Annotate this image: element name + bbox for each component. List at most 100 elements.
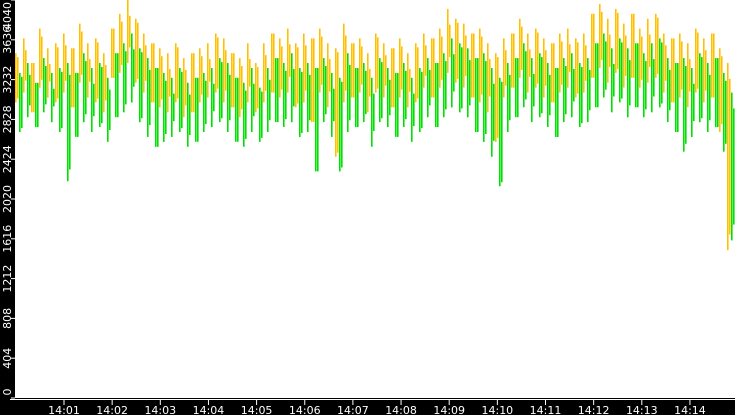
orange-bar bbox=[545, 50, 547, 86]
orange-bar bbox=[455, 18, 457, 83]
green-bar bbox=[371, 77, 373, 147]
green-bar bbox=[693, 83, 695, 122]
orange-bar bbox=[399, 38, 401, 98]
green-bar bbox=[269, 79, 271, 121]
orange-bar bbox=[287, 28, 289, 93]
orange-bar bbox=[623, 23, 625, 88]
green-bar bbox=[165, 80, 167, 134]
orange-bar bbox=[153, 43, 155, 103]
green-bar bbox=[389, 79, 391, 116]
green-bar bbox=[261, 91, 263, 138]
green-bar bbox=[27, 63, 29, 118]
time-series-chart: 040480812121616202024242828323236364040 … bbox=[1, 0, 735, 415]
orange-bar bbox=[671, 38, 673, 103]
orange-bar bbox=[103, 53, 105, 113]
orange-bar bbox=[161, 56, 163, 100]
green-bar bbox=[21, 76, 23, 128]
orange-bar bbox=[241, 66, 243, 110]
orange-bar bbox=[121, 21, 123, 65]
green-bar bbox=[149, 69, 151, 126]
orange-bar bbox=[137, 22, 139, 79]
green-bar bbox=[491, 68, 493, 157]
green-bar bbox=[93, 83, 95, 117]
green-bar bbox=[283, 63, 285, 127]
orange-bar bbox=[711, 33, 713, 98]
orange-bar bbox=[143, 33, 145, 93]
orange-bar bbox=[271, 33, 273, 93]
green-bar bbox=[133, 49, 135, 87]
y-tick-label: 0 bbox=[1, 389, 14, 396]
orange-bar bbox=[231, 53, 233, 108]
green-bar bbox=[117, 53, 119, 118]
green-bar bbox=[541, 57, 543, 114]
green-bar bbox=[43, 58, 45, 113]
orange-bar bbox=[63, 33, 65, 93]
x-tick-label: 14:07 bbox=[337, 404, 369, 415]
x-tick-label: 14:04 bbox=[193, 404, 225, 415]
green-bar bbox=[315, 68, 317, 172]
green-bar bbox=[221, 62, 223, 119]
orange-bar bbox=[697, 32, 699, 89]
orange-bar bbox=[489, 59, 491, 97]
green-bar bbox=[245, 90, 247, 139]
orange-bar bbox=[543, 38, 545, 98]
green-bar bbox=[181, 71, 183, 129]
orange-bar bbox=[633, 13, 635, 78]
green-bar bbox=[333, 88, 335, 122]
orange-bar bbox=[423, 33, 425, 88]
orange-bar bbox=[495, 53, 497, 142]
orange-bar bbox=[583, 33, 585, 93]
green-bar bbox=[661, 42, 663, 104]
orange-bar bbox=[487, 43, 489, 113]
orange-bar bbox=[599, 3, 601, 68]
orange-bar bbox=[391, 48, 393, 108]
green-bar bbox=[171, 77, 173, 137]
green-bar bbox=[69, 74, 71, 170]
orange-bar bbox=[649, 34, 651, 67]
orange-bar bbox=[31, 63, 33, 113]
green-bar bbox=[605, 41, 607, 90]
green-bar bbox=[373, 93, 375, 131]
orange-bar bbox=[729, 78, 731, 235]
orange-bar bbox=[513, 33, 515, 88]
orange-bar bbox=[703, 38, 705, 103]
orange-bar bbox=[105, 65, 107, 101]
orange-bar bbox=[473, 33, 475, 98]
orange-bar bbox=[625, 35, 627, 76]
orange-bar bbox=[719, 48, 721, 132]
orange-bar bbox=[575, 38, 577, 98]
green-bar bbox=[581, 67, 583, 124]
orange-bar bbox=[567, 28, 569, 88]
green-bar bbox=[29, 74, 31, 106]
orange-bar bbox=[225, 50, 227, 91]
green-bar bbox=[397, 72, 399, 137]
orange-bar bbox=[297, 47, 299, 104]
green-bar bbox=[477, 58, 479, 132]
orange-bar bbox=[17, 57, 19, 99]
green-bar bbox=[437, 63, 439, 127]
orange-bar bbox=[201, 56, 203, 95]
green-bar bbox=[619, 38, 621, 103]
y-axis: 040480812121616202024242828323236364040 bbox=[1, 0, 15, 399]
orange-bar bbox=[425, 45, 427, 76]
orange-bar bbox=[673, 38, 675, 103]
orange-bar bbox=[657, 17, 659, 74]
orange-bar bbox=[433, 38, 435, 98]
orange-bar bbox=[177, 47, 179, 99]
green-bar bbox=[507, 63, 509, 132]
orange-bar bbox=[377, 37, 379, 89]
green-bar bbox=[405, 70, 407, 120]
orange-bar bbox=[73, 48, 75, 108]
green-bar bbox=[189, 94, 191, 135]
x-tick-label: 14:10 bbox=[481, 404, 513, 415]
orange-bar bbox=[87, 43, 89, 98]
orange-bar bbox=[255, 63, 257, 113]
orange-bar bbox=[617, 12, 619, 70]
green-bar bbox=[723, 72, 725, 152]
orange-bar bbox=[329, 59, 331, 92]
orange-bar bbox=[79, 23, 81, 83]
green-bar bbox=[427, 58, 429, 118]
orange-bar bbox=[81, 31, 83, 75]
orange-bar bbox=[265, 55, 267, 91]
green-bar bbox=[141, 52, 143, 119]
